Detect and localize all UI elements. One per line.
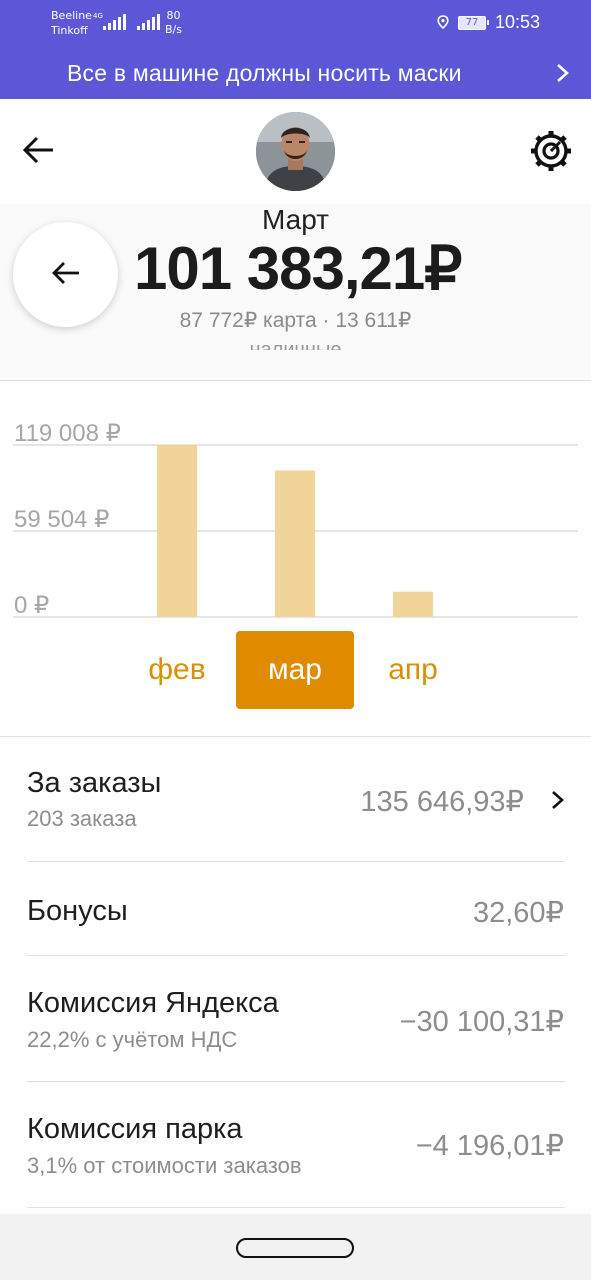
mask-banner[interactable]: Все в машине должны носить маски bbox=[0, 50, 591, 96]
top-bar: Beeline Tinkoff 4G 80 B/s 77 10:53 Все в… bbox=[0, 0, 591, 99]
month-tab-мар[interactable]: мар bbox=[236, 631, 354, 709]
home-gesture-pill[interactable] bbox=[236, 1238, 354, 1258]
chart-bar-апр[interactable] bbox=[393, 591, 433, 617]
network-type-label: 4G bbox=[93, 12, 103, 20]
location-icon bbox=[437, 15, 449, 29]
row-title: За заказы bbox=[27, 767, 162, 799]
row-subtitle: 3,1% от стоимости заказов bbox=[27, 1153, 302, 1178]
battery-icon: 77 bbox=[458, 16, 489, 30]
chart-bar-мар[interactable] bbox=[275, 470, 315, 617]
row-title: Комиссия парка bbox=[27, 1113, 243, 1145]
chevron-right-icon bbox=[552, 791, 564, 809]
system-nav-bar bbox=[0, 1214, 591, 1280]
row-value: 135 646,93₽ bbox=[360, 786, 524, 818]
y-tick-label: 0 ₽ bbox=[14, 592, 49, 619]
earnings-chart: 119 008 ₽ 59 504 ₽ 0 ₽ фев мар апр bbox=[0, 381, 591, 735]
row-title: Комиссия Яндекса bbox=[27, 987, 279, 1019]
row-title: Бонусы bbox=[27, 895, 128, 927]
arrow-left-icon bbox=[52, 262, 79, 284]
chart-plot: 119 008 ₽ 59 504 ₽ 0 ₽ bbox=[13, 420, 578, 619]
avatar-photo bbox=[256, 112, 335, 191]
settings-gear-icon[interactable] bbox=[529, 129, 573, 173]
carrier-1: Beeline bbox=[51, 9, 92, 22]
row-value: 32,60₽ bbox=[472, 897, 564, 929]
row-value: −30 100,31₽ bbox=[399, 1006, 564, 1038]
row-divider bbox=[27, 1207, 565, 1208]
yandex-commission-row: Комиссия Яндекса 22,2% с учётом НДС −30 … bbox=[0, 956, 591, 1082]
header bbox=[0, 99, 591, 204]
chart-bar-фев[interactable] bbox=[157, 445, 197, 617]
avatar[interactable] bbox=[256, 112, 335, 191]
signal-icon bbox=[103, 14, 126, 30]
payment-breakdown-cut: наличные bbox=[249, 339, 342, 350]
back-arrow-icon[interactable] bbox=[22, 135, 56, 165]
status-bar: Beeline Tinkoff 4G 80 B/s 77 10:53 bbox=[0, 0, 591, 46]
month-tab-апр[interactable]: апр bbox=[354, 631, 472, 709]
y-tick-label: 59 504 ₽ bbox=[14, 506, 109, 533]
signal-icon-2 bbox=[137, 14, 160, 30]
network-speed-unit: B/s bbox=[165, 23, 182, 36]
park-commission-row: Комиссия парка 3,1% от стоимости заказов… bbox=[0, 1082, 591, 1208]
network-speed-value: 80 bbox=[166, 9, 181, 22]
status-time: 10:53 bbox=[495, 12, 541, 32]
bonus-row: Бонусы 32,60₽ bbox=[0, 862, 591, 956]
row-subtitle: 22,2% с учётом НДС bbox=[27, 1027, 238, 1052]
carrier-names: Beeline Tinkoff bbox=[51, 8, 92, 38]
y-tick-label: 119 008 ₽ bbox=[14, 420, 121, 447]
row-value: −4 196,01₽ bbox=[415, 1130, 564, 1162]
row-subtitle: 203 заказа bbox=[27, 806, 137, 831]
month-total: 101 383,21₽ bbox=[134, 235, 462, 302]
month-tab-фев[interactable]: фев bbox=[118, 631, 236, 709]
payment-breakdown: 87 772₽ карта · 13 611₽ bbox=[179, 309, 412, 332]
network-speed: 80 B/s bbox=[165, 9, 182, 37]
month-summary: Март 101 383,21₽ 87 772₽ карта · 13 611₽… bbox=[0, 204, 591, 380]
chevron-right-icon bbox=[557, 64, 569, 82]
banner-text: Все в машине должны носить маски bbox=[67, 60, 462, 86]
orders-row[interactable]: За заказы 203 заказа 135 646,93₽ bbox=[0, 737, 591, 862]
carrier-2: Tinkoff bbox=[51, 24, 88, 37]
